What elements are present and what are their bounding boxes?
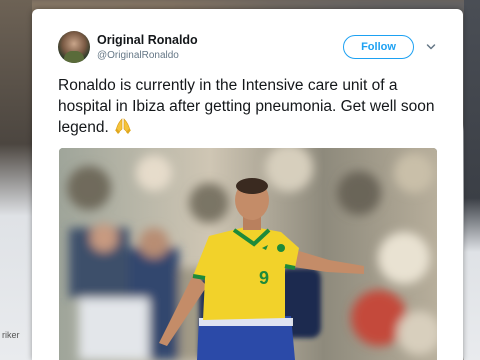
tweet-media-photo[interactable]: 9 — [59, 148, 437, 360]
avatar[interactable] — [58, 31, 90, 63]
tweet-card: Original Ronaldo @OriginalRonaldo Follow… — [32, 9, 463, 360]
user-handle[interactable]: @OriginalRonaldo — [97, 50, 179, 61]
background-text-snippet: riker — [2, 330, 20, 340]
follow-button[interactable]: Follow — [343, 35, 414, 59]
tweet-text: Ronaldo is currently in the Intensive ca… — [58, 75, 450, 138]
display-name[interactable]: Original Ronaldo — [97, 33, 198, 47]
background-right-strip — [464, 0, 480, 360]
football-player-photo: 9 — [59, 148, 437, 360]
jersey-number: 9 — [259, 268, 269, 288]
chevron-down-icon[interactable] — [426, 42, 436, 52]
background-left-strip — [0, 0, 32, 360]
avatar-shirt — [64, 51, 84, 63]
folded-hands-icon — [115, 118, 132, 134]
